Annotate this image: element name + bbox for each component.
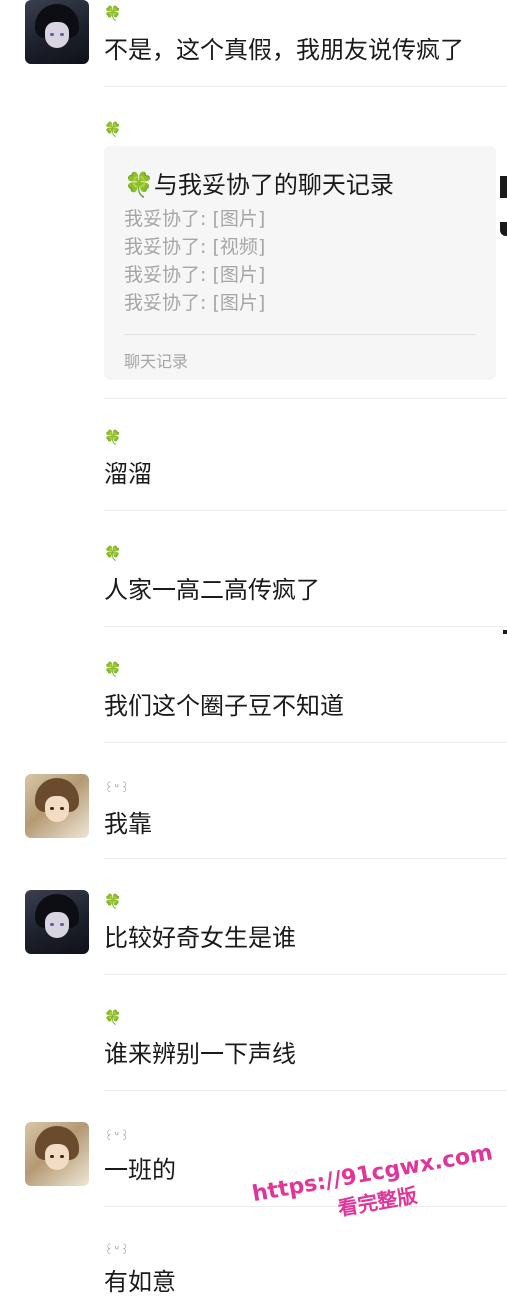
watermark: https://91cgwx.com 看完整版 — [247, 1139, 503, 1238]
edge-fragment — [503, 630, 507, 634]
message-text: 不是，这个真假，我朋友说传疯了 — [104, 36, 464, 64]
divider — [104, 742, 507, 743]
divider — [104, 398, 507, 399]
chat-record-card[interactable]: 🍀与我妥协了的聊天记录 我妥协了: [图片] 我妥协了: [视频] 我妥协了: … — [104, 146, 496, 380]
message-text: 谁来辨别一下声线 — [104, 1040, 296, 1068]
divider — [104, 1090, 507, 1091]
card-divider — [124, 334, 476, 335]
nickname-clover: 🍀 — [104, 122, 122, 138]
divider — [104, 510, 507, 511]
nickname-clover: 🍀 — [104, 546, 122, 562]
nickname-clover: 🍀 — [104, 430, 122, 446]
message-text: 我靠 — [104, 810, 152, 838]
edge-fragment — [500, 222, 507, 236]
chat-record-item: 我妥协了: [视频] — [124, 236, 266, 258]
message-text: 一班的 — [104, 1156, 176, 1184]
chat-record-item: 我妥协了: [图片] — [124, 264, 266, 286]
message-text: 人家一高二高传疯了 — [104, 576, 320, 604]
message-text: 有如意 — [104, 1268, 176, 1296]
avatar[interactable] — [25, 0, 89, 64]
message-text: 我们这个圈子豆不知道 — [104, 692, 344, 720]
chat-record-item: 我妥协了: [图片] — [124, 208, 266, 230]
nickname-clover: 🍀 — [104, 6, 122, 22]
nickname-clover: 🍀 — [104, 894, 122, 910]
message-text: 溜溜 — [104, 460, 152, 488]
divider — [104, 974, 507, 975]
avatar[interactable] — [25, 890, 89, 954]
divider — [104, 626, 507, 627]
chat-record-footer: 聊天记录 — [124, 352, 189, 371]
nickname-clover: 🍀 — [104, 1010, 122, 1026]
nickname-cat: ꒰ᐡ꒱ — [104, 1129, 131, 1143]
message-text: 比较好奇女生是谁 — [104, 924, 296, 952]
chat-record-title: 🍀与我妥协了的聊天记录 — [124, 171, 394, 199]
nickname-cat: ꒰ᐡ꒱ — [104, 1243, 131, 1257]
nickname-cat: ꒰ᐡ꒱ — [104, 781, 131, 795]
nickname-clover: 🍀 — [104, 662, 122, 678]
divider — [104, 86, 507, 87]
edge-fragment — [500, 176, 507, 198]
chat-record-item: 我妥协了: [图片] — [124, 292, 266, 314]
avatar[interactable] — [25, 1122, 89, 1186]
avatar[interactable] — [25, 774, 89, 838]
divider — [104, 858, 507, 859]
